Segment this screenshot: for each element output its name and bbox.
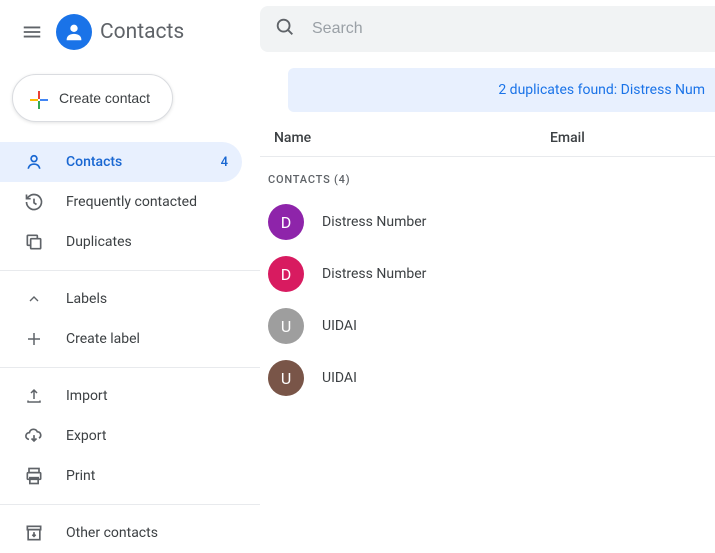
- sidebar-item-create-label[interactable]: Create label: [0, 319, 242, 359]
- column-headers: Name Email: [260, 112, 715, 157]
- section-heading: CONTACTS (4): [260, 157, 715, 196]
- sidebar-count-contacts: 4: [221, 155, 228, 170]
- contacts-logo-icon: [56, 14, 92, 50]
- sidebar-label-duplicates: Duplicates: [66, 234, 228, 250]
- archive-icon: [24, 523, 44, 543]
- sidebar-item-export[interactable]: Export: [0, 416, 242, 456]
- contact-name: Distress Number: [322, 214, 426, 230]
- copy-icon: [24, 232, 44, 252]
- sidebar-item-labels[interactable]: Labels: [0, 279, 242, 319]
- contact-row[interactable]: U UIDAI: [262, 300, 715, 352]
- avatar: D: [268, 256, 304, 292]
- app-title: Contacts: [100, 20, 184, 44]
- sidebar-item-import[interactable]: Import: [0, 376, 242, 416]
- sidebar-item-print[interactable]: Print: [0, 456, 242, 496]
- divider: [0, 270, 260, 271]
- create-contact-label: Create contact: [59, 90, 150, 106]
- person-icon: [24, 152, 44, 172]
- contact-name: UIDAI: [322, 370, 357, 386]
- avatar: U: [268, 308, 304, 344]
- divider: [0, 367, 260, 368]
- history-icon: [24, 192, 44, 212]
- contact-row[interactable]: D Distress Number: [262, 248, 715, 300]
- duplicates-banner[interactable]: 2 duplicates found: Distress Num: [288, 68, 715, 112]
- contact-row[interactable]: U UIDAI: [262, 352, 715, 404]
- app-logo: Contacts: [56, 14, 184, 50]
- avatar: U: [268, 360, 304, 396]
- search-bar[interactable]: [260, 6, 715, 52]
- sidebar-label-other: Other contacts: [66, 525, 228, 541]
- sidebar-label-export: Export: [66, 428, 228, 444]
- sidebar-item-contacts[interactable]: Contacts 4: [0, 142, 242, 182]
- cloud-download-icon: [24, 426, 44, 446]
- sidebar-label-contacts: Contacts: [66, 154, 199, 170]
- search-icon: [274, 16, 296, 42]
- banner-text: 2 duplicates found: Distress Num: [498, 82, 705, 98]
- sidebar-label-frequently: Frequently contacted: [66, 194, 228, 210]
- column-name: Name: [270, 130, 550, 146]
- search-input[interactable]: [312, 20, 701, 38]
- plus-multicolor-icon: [27, 88, 47, 108]
- upload-icon: [24, 386, 44, 406]
- create-contact-button[interactable]: Create contact: [12, 74, 173, 122]
- contact-list: DDistress NumberDDistress NumberUUIDAIUU…: [260, 196, 715, 404]
- contact-name: Distress Number: [322, 266, 426, 282]
- avatar: D: [268, 204, 304, 240]
- contact-row[interactable]: D Distress Number: [262, 196, 715, 248]
- plus-icon: [24, 329, 44, 349]
- contact-name: UIDAI: [322, 318, 357, 334]
- sidebar-item-other[interactable]: Other contacts: [0, 513, 242, 553]
- sidebar-label-print: Print: [66, 468, 228, 484]
- sidebar-item-duplicates[interactable]: Duplicates: [0, 222, 242, 262]
- print-icon: [24, 466, 44, 486]
- divider: [0, 504, 260, 505]
- sidebar-item-frequently[interactable]: Frequently contacted: [0, 182, 242, 222]
- menu-icon[interactable]: [20, 20, 44, 44]
- sidebar-label-create-label: Create label: [66, 331, 228, 347]
- chevron-up-icon: [24, 289, 44, 309]
- sidebar-label-labels: Labels: [66, 291, 228, 307]
- sidebar-label-import: Import: [66, 388, 228, 404]
- column-email: Email: [550, 130, 585, 146]
